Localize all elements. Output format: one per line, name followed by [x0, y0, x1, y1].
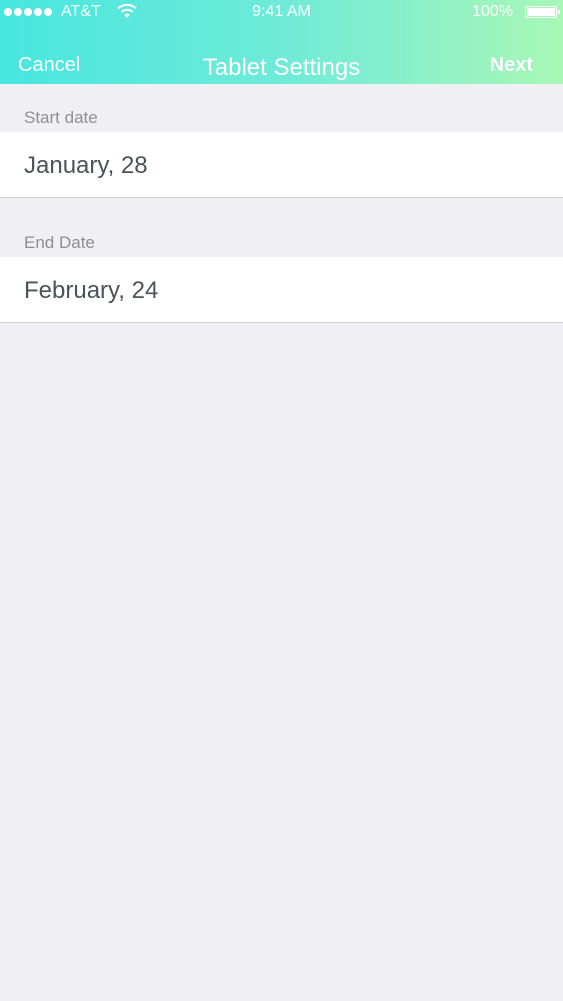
battery-percentage: 100%	[472, 3, 513, 20]
next-button[interactable]: Next	[490, 54, 533, 77]
start-date-value: January, 28	[24, 152, 148, 179]
start-date-field[interactable]: January, 28	[0, 132, 563, 198]
navigation-bar: AT&T 9:41 AM 100% Cancel Tablet Settings…	[0, 0, 563, 84]
end-date-label: End Date	[24, 233, 95, 252]
battery-icon	[525, 6, 560, 18]
end-date-field[interactable]: February, 24	[0, 257, 563, 323]
end-date-value: February, 24	[24, 277, 159, 304]
status-bar: AT&T 9:41 AM 100%	[0, 0, 563, 24]
page-title: Tablet Settings	[202, 54, 361, 81]
start-date-label: Start date	[24, 108, 98, 127]
